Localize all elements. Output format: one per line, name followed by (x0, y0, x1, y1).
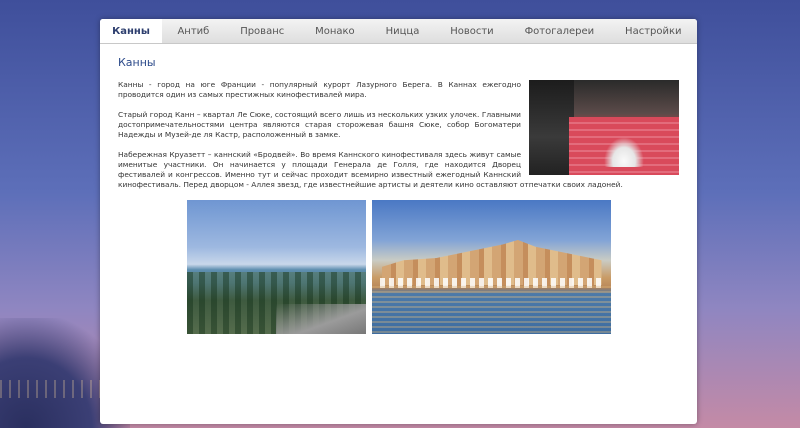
promenade-photo (186, 200, 366, 334)
photo-people (604, 137, 644, 167)
article-content: Канны Канны - город на юге Франции - поп… (100, 44, 697, 334)
photo-gallery (118, 200, 679, 334)
nav-tab-nice[interactable]: Ницца (370, 19, 435, 43)
harbor-water-reflection (371, 286, 611, 334)
nav-tab-provence[interactable]: Прованс (225, 19, 300, 43)
photo-crowd (529, 80, 574, 175)
nav-tab-galleries[interactable]: Фотогалереи (509, 19, 609, 43)
nav-tab-cannes[interactable]: Канны (100, 19, 162, 43)
top-nav: Канны Антиб Прованс Монако Ницца Новости… (100, 19, 697, 44)
page-title: Канны (118, 56, 156, 69)
nav-tab-antibes[interactable]: Антиб (162, 19, 225, 43)
nav-tab-settings[interactable]: Настройки (610, 19, 697, 43)
main-window: Канны Антиб Прованс Монако Ницца Новости… (100, 19, 697, 424)
red-carpet-photo (529, 80, 679, 175)
nav-tab-monaco[interactable]: Монако (300, 19, 370, 43)
harbor-photo (371, 200, 611, 334)
nav-tab-news[interactable]: Новости (435, 19, 509, 43)
background-city-lights (0, 380, 110, 398)
promenade-road (275, 304, 366, 334)
